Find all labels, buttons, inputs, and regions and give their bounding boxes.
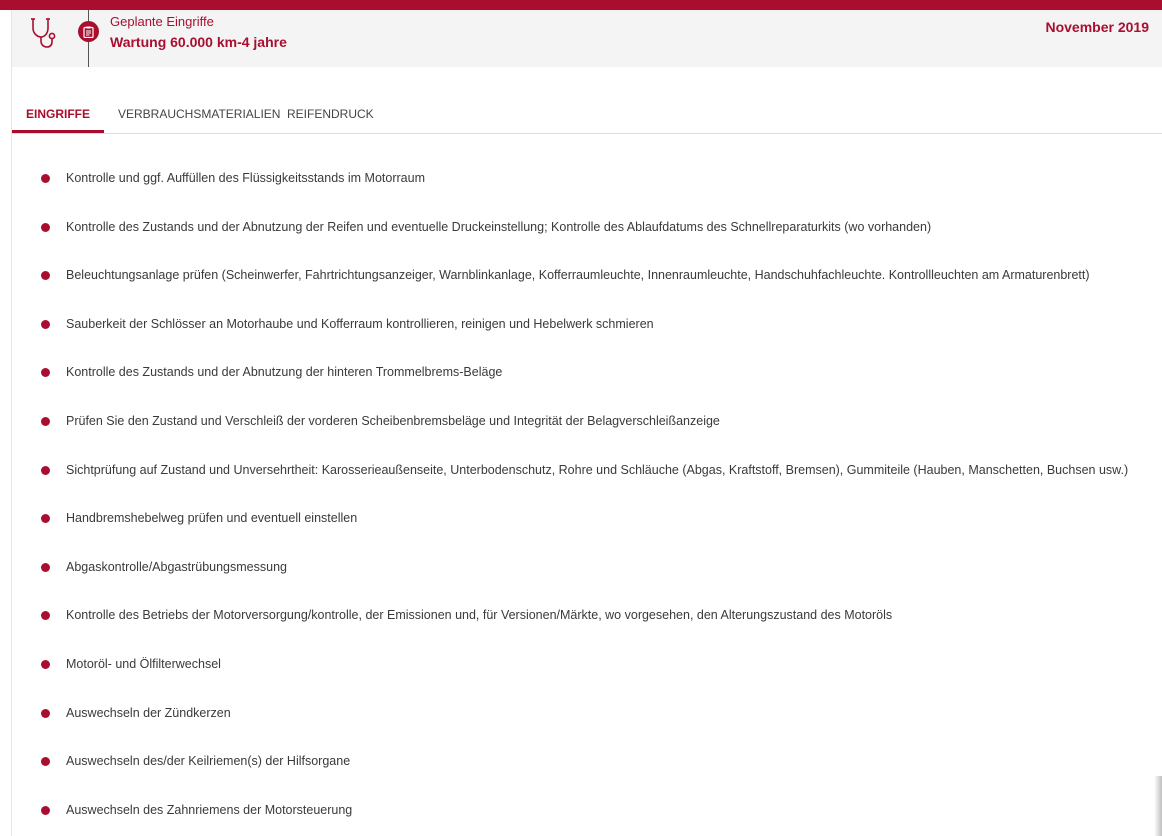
list-item-text: Prüfen Sie den Zustand und Verschleiß de…: [66, 413, 720, 428]
list-item-text: Kontrolle des Zustands und der Abnutzung…: [66, 365, 503, 380]
scroll-edge-shadow: [1154, 776, 1162, 836]
intervention-list: Kontrolle und ggf. Auffüllen des Flüssig…: [0, 154, 1162, 834]
list-item: Motoröl- und Ölfilterwechsel: [0, 640, 1162, 689]
list-item: Auswechseln des/der Keilriemen(s) der Hi…: [0, 737, 1162, 786]
list-item-text: Auswechseln des/der Keilriemen(s) der Hi…: [66, 754, 351, 769]
tab-eingriffe[interactable]: EINGRIFFE: [12, 97, 105, 133]
timeline-marker: [78, 21, 99, 42]
list-item-text: Kontrolle und ggf. Auffüllen des Flüssig…: [66, 171, 425, 185]
list-item-text: Kontrolle des Betriebs der Motorversorgu…: [66, 608, 893, 623]
bullet-icon: [41, 562, 50, 572]
list-item: Prüfen Sie den Zustand und Verschleiß de…: [0, 397, 1162, 446]
clipboard-icon: [83, 26, 94, 38]
bullet-icon: [41, 465, 50, 475]
list-item: Handbremshebelweg prüfen und eventuell e…: [0, 494, 1162, 543]
list-item-text: Handbremshebelweg prüfen und eventuell e…: [66, 511, 358, 526]
list-item-text: Auswechseln des Zahnriemens der Motorste…: [66, 802, 353, 817]
tab-reifendruck[interactable]: REIFENDRUCK: [287, 97, 374, 131]
bullet-icon: [41, 611, 50, 621]
bullet-icon: [41, 757, 50, 767]
list-item: Kontrolle des Betriebs der Motorversorgu…: [0, 591, 1162, 640]
list-item-text: Sauberkeit der Schlösser an Motorhaube u…: [66, 316, 654, 331]
list-item: Beleuchtungsanlage prüfen (Scheinwerfer,…: [0, 251, 1162, 300]
list-item-text: Abgaskontrolle/Abgastrübungsmessung: [66, 559, 287, 574]
list-item: Sauberkeit der Schlösser an Motorhaube u…: [0, 300, 1162, 349]
list-item: Sichtprüfung auf Zustand und Unversehrth…: [0, 446, 1162, 495]
list-item-text: Kontrolle des Zustands und der Abnutzung…: [66, 219, 932, 234]
tab-bar: EINGRIFFE VERBRAUCHSMATERIALIEN REIFENDR…: [12, 97, 1162, 134]
bullet-icon: [41, 222, 50, 232]
list-item-text: Motoröl- und Ölfilterwechsel: [66, 656, 221, 671]
list-item: Auswechseln der Zündkerzen: [0, 689, 1162, 738]
list-item: Kontrolle und ggf. Auffüllen des Flüssig…: [0, 154, 1162, 203]
list-item: Abgaskontrolle/Abgastrübungsmessung: [0, 543, 1162, 592]
bullet-icon: [41, 368, 50, 378]
bullet-icon: [41, 708, 50, 718]
bullet-icon: [41, 271, 50, 281]
bullet-icon: [41, 805, 50, 815]
top-accent-bar: [0, 0, 1162, 10]
tab-verbrauchsmaterialien[interactable]: VERBRAUCHSMATERIALIEN: [118, 97, 280, 131]
bullet-icon: [41, 174, 50, 183]
header-date: November 2019: [1045, 19, 1149, 35]
list-item: Kontrolle des Zustands und der Abnutzung…: [0, 203, 1162, 252]
list-item-text: Sichtprüfung auf Zustand und Unversehrth…: [66, 462, 1129, 477]
bullet-icon: [41, 514, 50, 524]
list-item: Auswechseln des Zahnriemens der Motorste…: [0, 786, 1162, 835]
bullet-icon: [41, 416, 50, 426]
stethoscope-icon: [31, 18, 56, 48]
bullet-icon: [41, 659, 50, 669]
list-item-text: Beleuchtungsanlage prüfen (Scheinwerfer,…: [66, 268, 1090, 283]
list-item-text: Auswechseln der Zündkerzen: [66, 705, 231, 720]
header-title: Wartung 60.000 km-4 jahre: [110, 34, 287, 50]
list-item: Kontrolle des Zustands und der Abnutzung…: [0, 348, 1162, 397]
header-subtitle: Geplante Eingriffe: [110, 14, 214, 29]
bullet-icon: [41, 319, 50, 329]
